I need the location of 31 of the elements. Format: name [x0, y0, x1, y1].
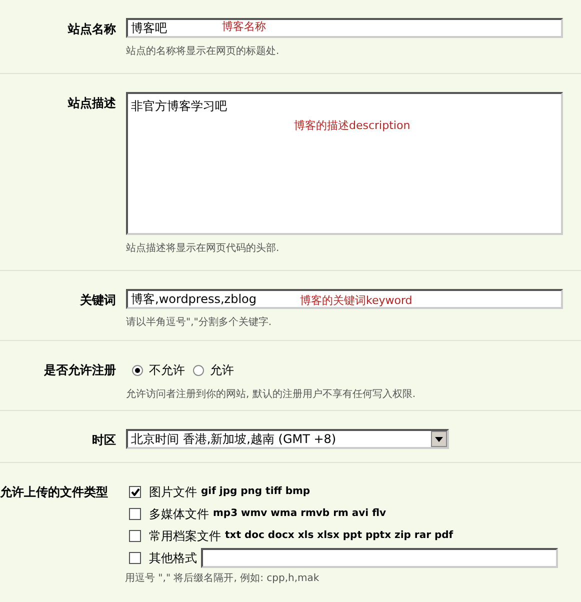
checkbox[interactable]	[129, 486, 141, 498]
radio-label: 允许	[210, 362, 234, 379]
annotation-text: 博客的关键词keyword	[300, 293, 412, 309]
annotation-text: 博客的描述description	[294, 118, 410, 134]
extension-list: mp3 wmv wma rmvb rm avi flv	[213, 506, 386, 521]
help-text: 站点描述将显示在网页代码的头部.	[126, 242, 280, 256]
radio-button[interactable]	[193, 364, 204, 376]
checkbox-label: 其他格式	[149, 550, 197, 566]
field-label: 关键词	[78, 292, 116, 309]
checkbox[interactable]	[129, 552, 141, 564]
checkbox-label: 常用档案文件	[149, 528, 221, 544]
help-text: 用逗号 "," 将后缀名隔开, 例如: cpp,h,mak	[125, 572, 320, 586]
field-label: 允许上传的文件类型	[0, 484, 109, 501]
checkbox-label: 图片文件	[149, 484, 197, 500]
annotation-text: 博客名称	[222, 19, 266, 35]
help-text: 允许访问者注册到你的网站, 默认的注册用户不享有任何写入权限.	[126, 388, 417, 402]
text-field[interactable]	[201, 548, 558, 568]
checkbox[interactable]	[129, 530, 141, 542]
extension-list: gif jpg png tiff bmp	[201, 484, 310, 499]
checkbox[interactable]	[129, 508, 141, 520]
radio-label: 不允许	[149, 362, 185, 379]
field-label: 时区	[91, 432, 116, 449]
help-text: 站点的名称将显示在网页的标题处.	[126, 44, 280, 59]
extension-list: txt doc docx xls xlsx ppt pptx zip rar pdf	[225, 528, 454, 543]
help-text: 请以半角逗号","分割多个关键字.	[126, 316, 273, 330]
timezone-dropdown[interactable]: 北京时间 香港,新加坡,越南 (GMT +8)	[126, 429, 449, 449]
field-label: 站点描述	[66, 95, 116, 112]
radio-button[interactable]	[132, 364, 143, 376]
checkbox-label: 多媒体文件	[149, 506, 209, 522]
field-label: 是否允许注册	[43, 362, 116, 379]
field-label: 站点名称	[66, 21, 116, 38]
